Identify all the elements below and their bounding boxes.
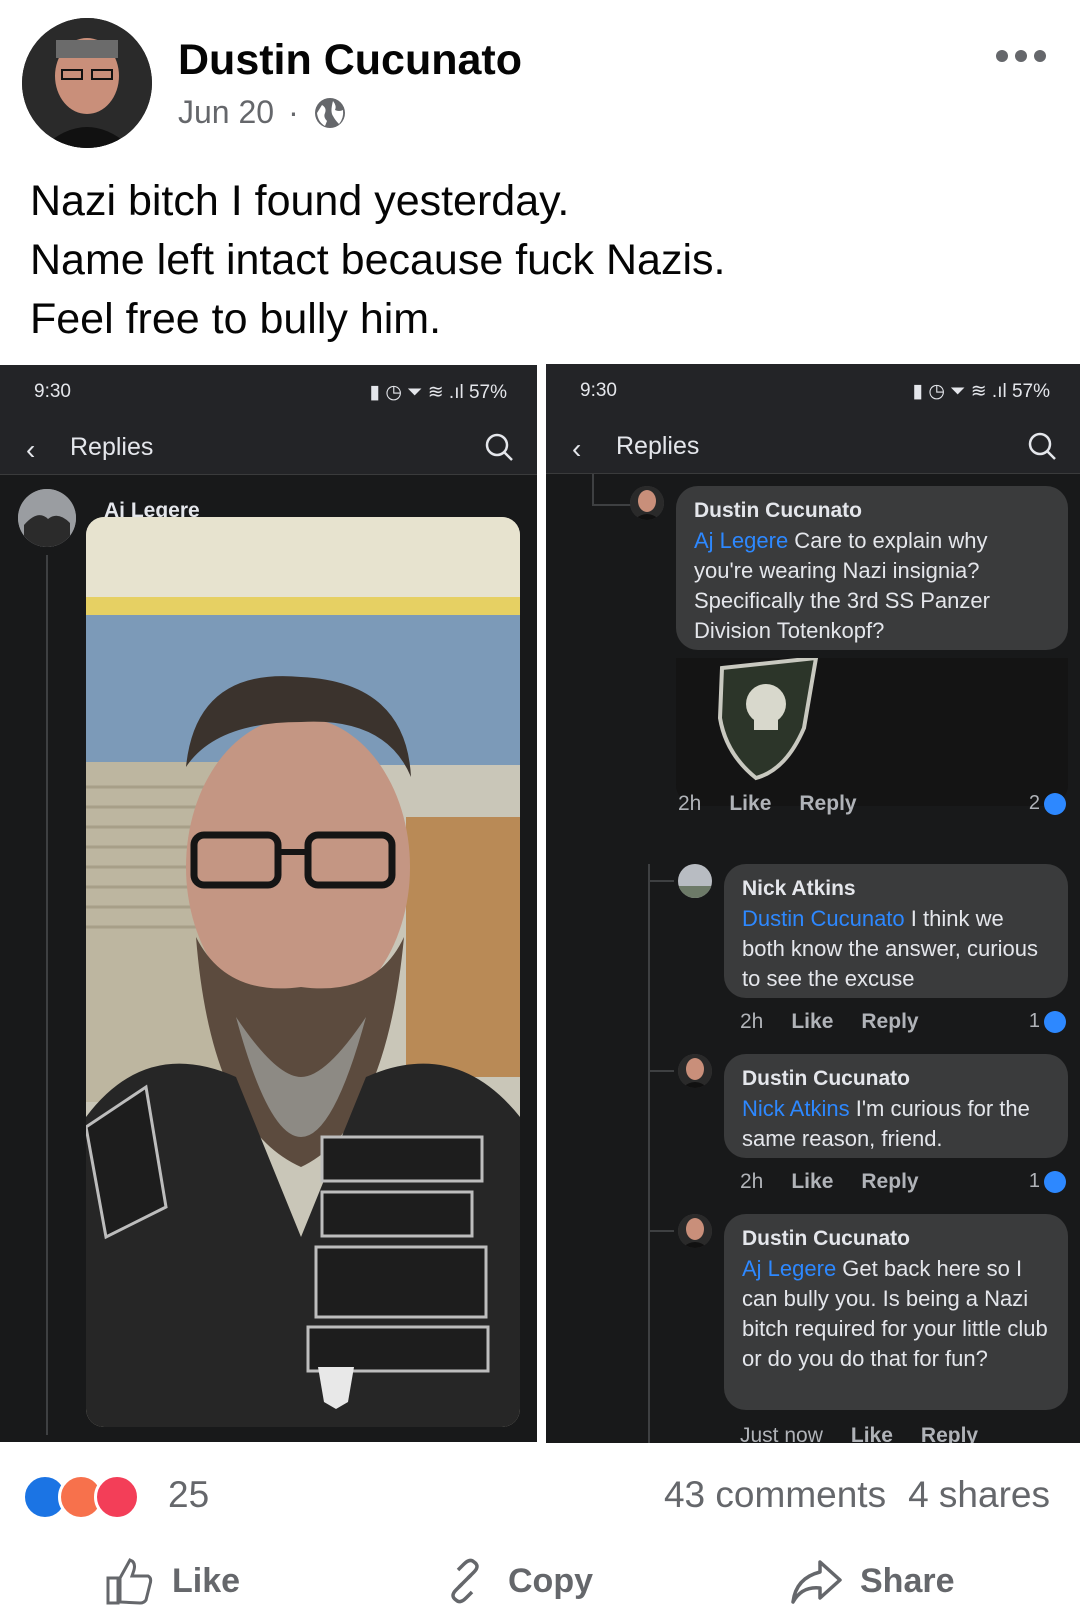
- post-text-line: Feel free to bully him.: [30, 295, 442, 343]
- link-icon: [451, 1558, 479, 1604]
- meta-separator: ·: [288, 94, 299, 130]
- comment-actions: 2h Like Reply: [740, 1170, 919, 1194]
- comment-mention[interactable]: Nick Atkins: [742, 1096, 850, 1121]
- comment-mention[interactable]: Aj Legere: [742, 1256, 836, 1281]
- replies-title: Replies: [616, 432, 700, 460]
- replies-title: Replies: [70, 433, 154, 461]
- more-options-icon[interactable]: [996, 50, 1046, 62]
- share-button[interactable]: Share: [790, 1556, 955, 1606]
- comment-actions: Just now Like Reply: [740, 1424, 978, 1443]
- share-icon: [791, 1560, 842, 1604]
- status-bar: 9:30 ▮ ◷ ⏷ ≋ .ıl 57%: [0, 365, 537, 419]
- comments-count[interactable]: 43 comments: [664, 1474, 886, 1516]
- comment-time: Just now: [740, 1424, 823, 1443]
- thumbs-up-icon: [106, 1558, 153, 1605]
- share-label: Share: [860, 1561, 955, 1600]
- comment-bubble[interactable]: Dustin Cucunato Nick Atkins I'm curious …: [724, 1054, 1068, 1158]
- like-post-button[interactable]: Like: [104, 1556, 240, 1606]
- author-avatar[interactable]: [22, 18, 152, 148]
- comment-time: 2h: [740, 1010, 764, 1033]
- comment-avatar[interactable]: [678, 864, 712, 898]
- comment-author[interactable]: Dustin Cucunato: [742, 1064, 1050, 1094]
- reply-button[interactable]: Reply: [799, 792, 856, 816]
- post-stats: 43 comments 4 shares: [664, 1474, 1050, 1516]
- thumbs-up-icon: [1044, 1170, 1066, 1193]
- comment-time: 2h: [740, 1170, 764, 1193]
- reply-button[interactable]: Reply: [861, 1170, 918, 1194]
- search-icon[interactable]: [1026, 430, 1058, 462]
- comment-bubble[interactable]: Dustin Cucunato Aj Legere Get back here …: [724, 1214, 1068, 1410]
- reaction-summary[interactable]: 1: [1029, 1170, 1066, 1193]
- reaction-summary[interactable]: 2: [1029, 792, 1066, 815]
- commenter-avatar[interactable]: [18, 489, 76, 547]
- post-meta: Jun 20 ·: [178, 94, 347, 131]
- like-count: 1: [1028, 1170, 1040, 1192]
- replies-header: ‹ Replies: [546, 418, 1080, 474]
- comment-avatar[interactable]: [630, 486, 664, 520]
- comment-bubble[interactable]: Dustin Cucunato Aj Legere Care to explai…: [676, 486, 1068, 650]
- post-text-line: Name left intact because fuck Nazis.: [30, 236, 726, 284]
- like-button[interactable]: Like: [791, 1010, 833, 1034]
- reply-button[interactable]: Reply: [861, 1010, 918, 1034]
- like-count: 2: [1028, 792, 1040, 814]
- reaction-icons[interactable]: [22, 1474, 140, 1520]
- thread-line: [648, 880, 674, 882]
- selfie-photo[interactable]: [86, 517, 520, 1427]
- thread-line: [648, 864, 650, 1443]
- battery-level: 57%: [1011, 381, 1050, 402]
- comment-avatar[interactable]: [678, 1054, 712, 1088]
- back-icon[interactable]: ‹: [572, 433, 581, 465]
- status-bar: 9:30 ▮ ◷ ⏷ ≋ .ıl 57%: [546, 364, 1080, 418]
- status-battery: ▮ ◷ ⏷ ≋ .ıl 57%: [912, 381, 1050, 402]
- love-reaction-icon: [94, 1474, 140, 1520]
- status-time: 9:30: [34, 381, 71, 402]
- status-time: 9:30: [580, 380, 617, 401]
- like-button[interactable]: Like: [851, 1424, 893, 1443]
- insignia-image[interactable]: [676, 658, 1068, 806]
- thread-line: [648, 1070, 674, 1072]
- comment-actions: 2h Like Reply: [678, 792, 857, 816]
- screenshot-left[interactable]: 9:30 ▮ ◷ ⏷ ≋ .ıl 57% ‹ Replies Aj Legere: [0, 365, 537, 1442]
- comment-author[interactable]: Nick Atkins: [742, 874, 1050, 904]
- comment-bubble[interactable]: Nick Atkins Dustin Cucunato I think we b…: [724, 864, 1068, 998]
- like-button[interactable]: Like: [729, 792, 771, 816]
- like-label: Like: [172, 1561, 241, 1600]
- battery-level: 57%: [468, 382, 507, 403]
- post-text: Nazi bitch I found yesterday. Name left …: [30, 172, 725, 349]
- thread-line: [592, 474, 594, 504]
- reply-button[interactable]: Reply: [921, 1424, 978, 1443]
- back-icon[interactable]: ‹: [26, 434, 35, 466]
- globe-icon: [314, 97, 345, 128]
- copy-label: Copy: [508, 1561, 593, 1600]
- replies-header: ‹ Replies: [0, 419, 537, 475]
- comment-author[interactable]: Dustin Cucunato: [694, 496, 1050, 526]
- comment-avatar[interactable]: [678, 1214, 712, 1248]
- copy-link-button[interactable]: Copy: [440, 1556, 593, 1606]
- post-action-bar: Like Copy Share: [0, 1556, 1080, 1616]
- screenshot-right[interactable]: 9:30 ▮ ◷ ⏷ ≋ .ıl 57% ‹ Replies Dustin Cu…: [546, 364, 1080, 1443]
- thread-line: [648, 1230, 674, 1232]
- status-battery: ▮ ◷ ⏷ ≋ .ıl 57%: [369, 382, 507, 403]
- shares-count[interactable]: 4 shares: [908, 1474, 1050, 1516]
- thumbs-up-icon: [1044, 1010, 1066, 1033]
- thumbs-up-icon: [1044, 792, 1066, 815]
- comment-actions: 2h Like Reply: [740, 1010, 919, 1034]
- like-button[interactable]: Like: [791, 1170, 833, 1194]
- comment-mention[interactable]: Dustin Cucunato: [742, 906, 905, 931]
- thread-line: [46, 555, 48, 1435]
- like-count: 1: [1028, 1010, 1040, 1032]
- comment-author[interactable]: Dustin Cucunato: [742, 1224, 1050, 1254]
- reaction-count[interactable]: 25: [168, 1474, 209, 1516]
- comment-time: 2h: [678, 792, 702, 815]
- search-icon[interactable]: [483, 431, 515, 463]
- post-date[interactable]: Jun 20: [178, 94, 274, 131]
- thread-line: [592, 504, 632, 506]
- comment-mention[interactable]: Aj Legere: [694, 528, 788, 553]
- post-author-name[interactable]: Dustin Cucunato: [178, 36, 522, 85]
- post-text-line: Nazi bitch I found yesterday.: [30, 177, 570, 225]
- reaction-summary[interactable]: 1: [1029, 1010, 1066, 1033]
